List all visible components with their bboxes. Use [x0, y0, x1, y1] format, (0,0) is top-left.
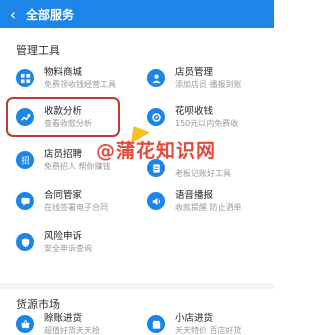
service-desc: 150元以内免费收: [175, 118, 239, 128]
grid-icon: [16, 69, 34, 87]
service-voice[interactable]: 语音播报 收款提醒 防止洒单: [147, 187, 242, 215]
service-desc: 安全申诉查询: [44, 243, 92, 253]
service-desc: 免费领收钱经营工具: [44, 79, 116, 89]
service-desc: 在线签署电子合同: [44, 202, 108, 212]
service-desc: 收款提醒 防止洒单: [175, 202, 242, 212]
basket-icon: [16, 315, 34, 333]
page-title: 全部服务: [26, 7, 75, 22]
service-credit-buy[interactable]: 赊账进货 超值好货天天抢: [16, 310, 100, 335]
service-risk[interactable]: 风险申诉 安全申诉查询: [16, 228, 92, 256]
section-title-management: 管理工具: [16, 44, 60, 57]
staff-icon: [147, 69, 165, 87]
chat-icon: [16, 192, 34, 210]
service-contract[interactable]: 合同管家 在线签署电子合同: [16, 187, 108, 215]
service-desc: 超值好货天天抢: [44, 325, 100, 335]
service-label: 赊账进货: [44, 312, 83, 324]
back-arrow-icon[interactable]: ‹: [0, 0, 26, 28]
service-store-manage[interactable]: 店员管理 添加店员 播报到账: [147, 64, 242, 92]
service-label: 风险申诉: [44, 230, 83, 242]
highlight-box: [6, 97, 120, 137]
service-goods-store[interactable]: 物料商城 免费领收钱经营工具: [16, 64, 116, 92]
speaker-icon: [147, 192, 165, 210]
service-label: 花呗收钱: [175, 105, 214, 117]
section-divider: [0, 283, 274, 289]
svg-text:招: 招: [21, 155, 29, 165]
service-desc: 老板记账好工具: [175, 169, 231, 178]
service-huabei[interactable]: 花呗收钱 150元以内免费收: [147, 103, 238, 131]
service-shop-buy[interactable]: 小店进货 天天特价 百店好货: [147, 310, 242, 335]
shop-icon: [147, 315, 165, 333]
service-label: 语音播报: [175, 189, 214, 201]
service-label: 小店进货: [175, 312, 214, 324]
recruit-icon: 招: [16, 151, 34, 169]
service-desc: 添加店员 播报到账: [175, 79, 242, 89]
service-label: 物料商城: [44, 66, 83, 78]
huabei-icon: [147, 108, 165, 126]
service-label: 合同管家: [44, 189, 83, 201]
watermark: @蒲花知识网: [96, 140, 217, 162]
top-bar: ‹ 全部服务: [0, 0, 274, 28]
shield-icon: [16, 233, 34, 251]
service-label: 店员管理: [175, 66, 214, 78]
service-desc: 天天特价 百店好货: [175, 325, 242, 335]
